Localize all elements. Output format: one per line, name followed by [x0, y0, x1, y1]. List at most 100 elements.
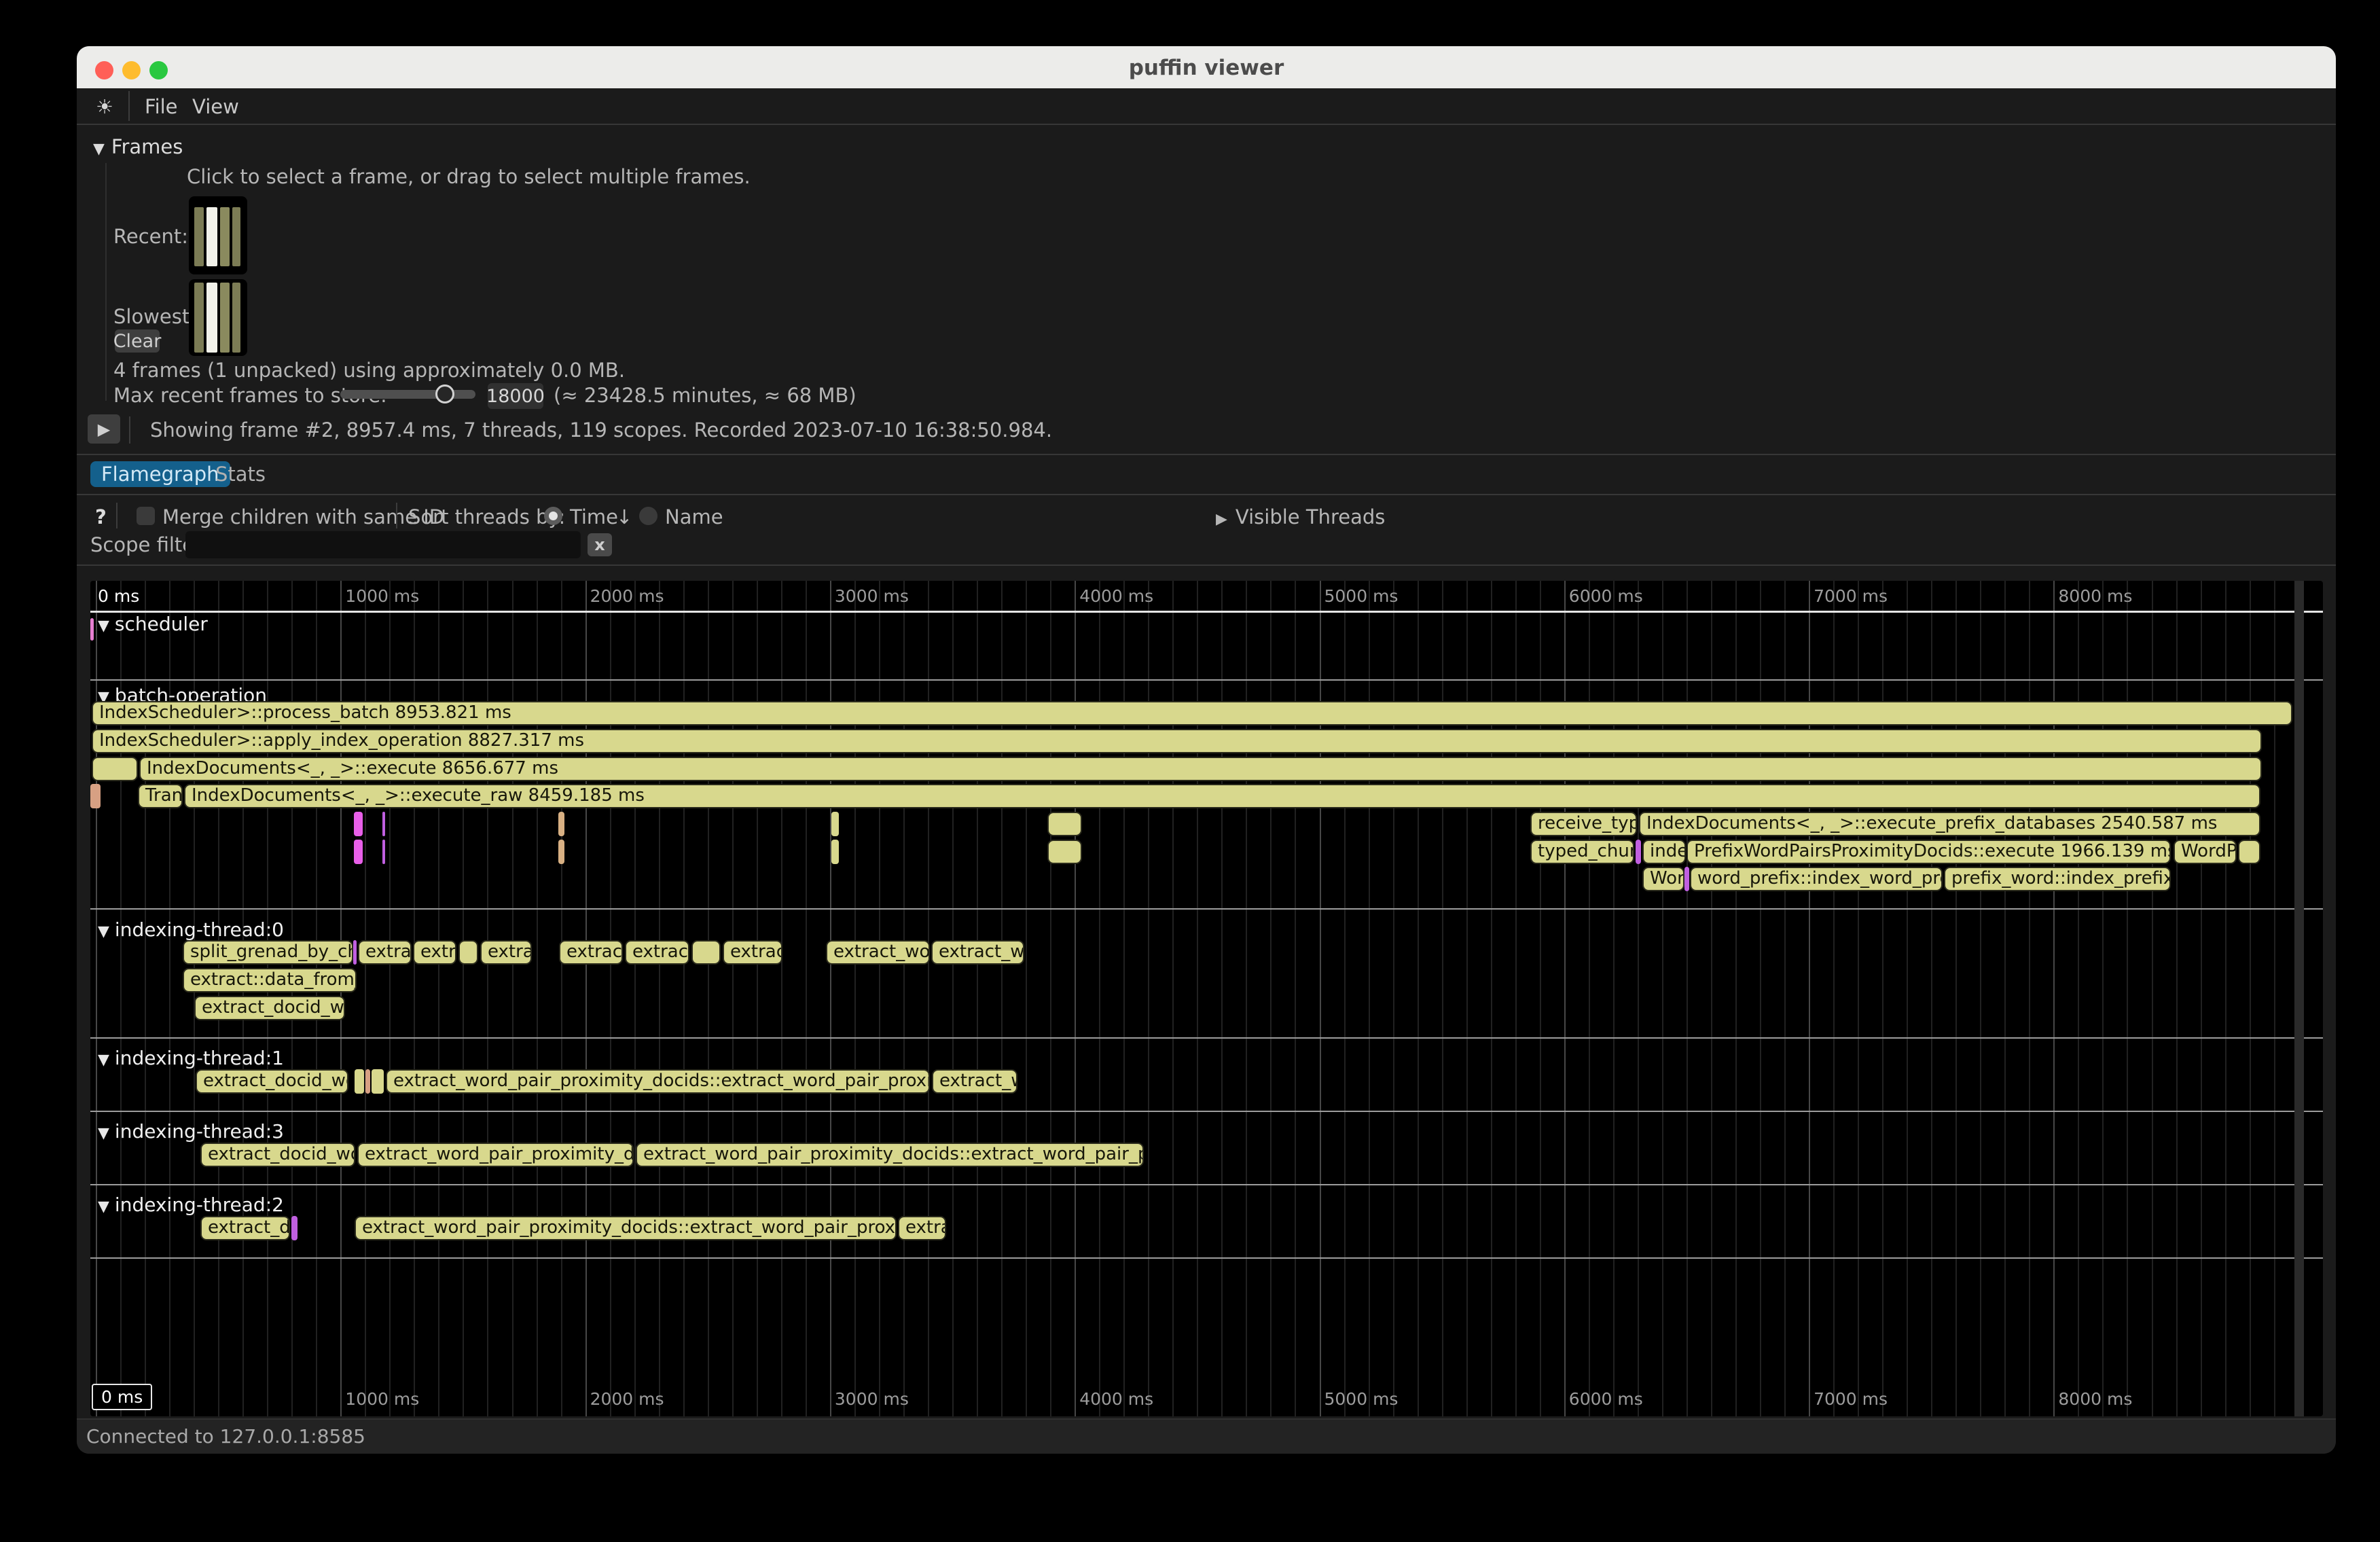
help-button[interactable]: ?: [95, 505, 107, 528]
frame-bar[interactable]: [206, 283, 217, 353]
flame-scope-bar[interactable]: [354, 812, 363, 836]
indent-guide: [105, 163, 107, 401]
flame-scope-bar[interactable]: [1047, 840, 1082, 864]
frames-collapse-header[interactable]: ▼Frames: [93, 135, 183, 158]
flame-scope-bar[interactable]: [831, 812, 839, 836]
flame-scope-bar[interactable]: word_prefix::index_word_prefix_: [1690, 867, 1943, 891]
slowest-frames-thumbnail[interactable]: [189, 279, 247, 356]
frame-bar[interactable]: [206, 207, 217, 266]
flame-scope-bar[interactable]: extract::data_from_ob: [183, 968, 357, 992]
thread-section-header[interactable]: ▼indexing-thread:1: [98, 1047, 284, 1069]
flame-scope-bar[interactable]: receive_typed_: [1530, 812, 1637, 836]
flame-scope-bar[interactable]: IndexScheduler>::apply_index_operation 8…: [92, 729, 2262, 753]
flame-scope-bar[interactable]: [558, 840, 564, 864]
flame-scope-bar[interactable]: IndexScheduler>::process_batch 8953.821 …: [92, 701, 2292, 725]
flame-scope-bar[interactable]: extract_: [559, 940, 623, 965]
play-button[interactable]: ▶: [88, 414, 120, 444]
thread-section-header[interactable]: ▼indexing-thread:3: [98, 1120, 284, 1143]
axis-tick-label: 6000 ms: [1569, 1389, 1643, 1409]
flame-scope-bar[interactable]: extract_wo: [931, 940, 1024, 965]
axis-tick-label: 5000 ms: [1324, 1389, 1399, 1409]
flame-scope-bar[interactable]: extract_word_pair_proximity_docids::extr…: [386, 1069, 930, 1094]
axis-tick-label: 1000 ms: [345, 586, 419, 606]
axis-tick-label: 0 ms: [98, 586, 139, 606]
flame-scope-bar[interactable]: Trans: [138, 784, 183, 808]
thread-section-header[interactable]: ▼indexing-thread:0: [98, 918, 284, 941]
flame-scope-bar[interactable]: [691, 940, 721, 965]
flame-scope-bar[interactable]: WordPr: [2174, 840, 2237, 864]
frame-bar[interactable]: [194, 207, 204, 266]
flame-scope-bar[interactable]: [353, 940, 357, 965]
flame-scope-bar[interactable]: [458, 940, 478, 965]
theme-toggle-icon[interactable]: ☀: [96, 95, 113, 118]
merge-children-checkbox[interactable]: [137, 507, 155, 525]
thread-section-header[interactable]: ▼scheduler: [98, 613, 208, 635]
flame-scope-bar[interactable]: extract: [723, 940, 782, 965]
flame-scope-bar[interactable]: Word: [1642, 867, 1684, 891]
flame-scope-bar[interactable]: extract_docid_word: [200, 1143, 355, 1167]
flame-scope-bar[interactable]: [92, 757, 138, 781]
flame-scope-bar[interactable]: [831, 840, 839, 864]
flame-scope-bar[interactable]: [1047, 812, 1082, 836]
thread-section-label: indexing-thread:2: [115, 1194, 284, 1216]
frames-header-label: Frames: [111, 135, 183, 158]
flame-scope-bar[interactable]: [365, 1069, 370, 1094]
flame-scope-bar[interactable]: IndexDocuments<_, _>::execute 8656.677 m…: [139, 757, 2262, 781]
flame-scope-bar[interactable]: PrefixWordPairsProximityDocids::execute …: [1687, 840, 2171, 864]
flame-scope-bar[interactable]: extract_word: [826, 940, 930, 965]
flame-scope-bar[interactable]: extrac: [898, 1216, 946, 1240]
flame-scope-bar[interactable]: IndexDocuments<_, _>::execute_prefix_dat…: [1639, 812, 2260, 836]
flame-scope-bar[interactable]: extrac: [480, 940, 532, 965]
flame-scope-bar[interactable]: [90, 618, 94, 641]
flame-scope-bar[interactable]: [355, 1069, 364, 1094]
flame-scope-bar[interactable]: [1684, 867, 1689, 891]
flame-scope-bar[interactable]: [291, 1216, 298, 1240]
flame-scope-bar[interactable]: extract_word_pair_proximity_docids: [357, 1143, 634, 1167]
max-frames-value[interactable]: 18000: [488, 383, 543, 409]
flame-scope-bar[interactable]: extract: [358, 940, 412, 965]
menu-file[interactable]: File: [145, 95, 178, 118]
thread-section-header[interactable]: ▼indexing-thread:2: [98, 1194, 284, 1216]
divider: [129, 416, 130, 444]
sort-name-radio[interactable]: [639, 507, 657, 525]
sort-time-radio[interactable]: [544, 507, 562, 525]
flame-scope-bar[interactable]: extract_wo: [932, 1069, 1017, 1094]
flame-scope-bar[interactable]: index: [1642, 840, 1686, 864]
scope-filter-input[interactable]: [185, 531, 581, 558]
frame-bar[interactable]: [220, 283, 230, 353]
frame-bar[interactable]: [232, 207, 240, 266]
flame-scope-bar[interactable]: [558, 812, 564, 836]
flame-scope-bar[interactable]: [354, 840, 363, 864]
frame-bar[interactable]: [220, 207, 230, 266]
flame-scope-bar[interactable]: [2238, 840, 2260, 864]
connection-status: Connected to 127.0.0.1:8585: [86, 1425, 365, 1448]
flame-scope-bar[interactable]: [372, 1069, 384, 1094]
frame-bar[interactable]: [194, 283, 204, 353]
flame-scope-bar[interactable]: extract_docid_word: [194, 996, 345, 1020]
vertical-scrollbar[interactable]: [2294, 581, 2304, 1416]
max-frames-slider-knob[interactable]: [435, 384, 454, 404]
menu-view[interactable]: View: [192, 95, 239, 118]
frame-bar[interactable]: [232, 283, 240, 353]
visible-threads-header[interactable]: ▶Visible Threads: [1216, 505, 1385, 528]
recent-frames-thumbnail[interactable]: [189, 196, 247, 274]
flame-scope-bar[interactable]: extract_: [625, 940, 689, 965]
flame-scope-bar[interactable]: extract_docid_word: [196, 1069, 348, 1094]
clear-button[interactable]: Clear: [115, 329, 160, 353]
max-frames-slider[interactable]: [340, 390, 475, 399]
tab-stats[interactable]: Stats: [204, 461, 276, 487]
flamegraph-canvas[interactable]: 0 ms0 ms1000 ms1000 ms2000 ms2000 ms3000…: [90, 581, 2323, 1416]
flame-scope-bar[interactable]: [382, 812, 385, 836]
flame-scope-bar[interactable]: extract_word_pair_proximity_docids::extr…: [355, 1216, 897, 1240]
flame-scope-bar[interactable]: extract_word_pair_proximity_docids::extr…: [636, 1143, 1144, 1167]
flame-scope-bar[interactable]: typed_chunk::w: [1530, 840, 1634, 864]
flame-scope-bar[interactable]: split_grenad_by_chun: [183, 940, 353, 965]
flame-scope-bar[interactable]: IndexDocuments<_, _>::execute_raw 8459.1…: [184, 784, 2260, 808]
flame-scope-bar[interactable]: extra: [413, 940, 456, 965]
flame-scope-bar[interactable]: extract_doc: [200, 1216, 290, 1240]
clear-filter-button[interactable]: x: [588, 533, 612, 556]
flame-scope-bar[interactable]: prefix_word::index_prefix_wo: [1944, 867, 2171, 891]
flame-scope-bar[interactable]: [382, 840, 385, 864]
flame-scope-bar[interactable]: [90, 784, 101, 808]
flame-scope-bar[interactable]: [1636, 840, 1641, 864]
